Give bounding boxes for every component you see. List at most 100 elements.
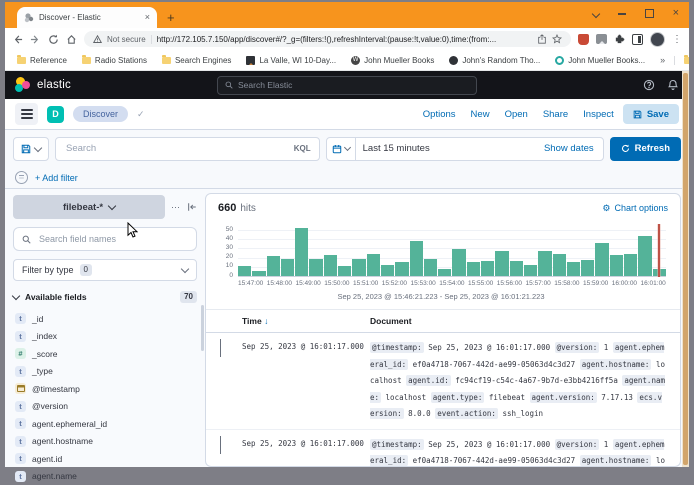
- doc-field-name[interactable]: agent.hostname:: [580, 455, 652, 466]
- histogram-bar[interactable]: [467, 262, 480, 276]
- field-item[interactable]: #_score: [13, 345, 197, 363]
- field-item[interactable]: tagent.id: [13, 450, 197, 468]
- field-item[interactable]: tagent.hostname: [13, 433, 197, 451]
- histogram-bar[interactable]: [638, 236, 651, 276]
- add-filter-button[interactable]: + Add filter: [35, 173, 78, 183]
- field-item[interactable]: tagent.name: [13, 468, 197, 485]
- histogram-bar[interactable]: [624, 254, 637, 276]
- bookmark-star-icon[interactable]: [552, 34, 562, 44]
- histogram-bar[interactable]: [395, 262, 408, 276]
- sidebar-scrollbar[interactable]: [201, 305, 204, 351]
- histogram-bar[interactable]: [510, 261, 523, 276]
- histogram-bar[interactable]: [481, 261, 494, 276]
- histogram-bar[interactable]: [309, 259, 322, 276]
- help-icon[interactable]: [643, 79, 655, 91]
- doc-field-name[interactable]: @timestamp:: [370, 439, 424, 450]
- share-icon[interactable]: [537, 34, 547, 44]
- home-icon[interactable]: [66, 34, 77, 45]
- histogram-bar[interactable]: [553, 254, 566, 276]
- bookmark-item[interactable]: Radio Stations: [82, 56, 147, 65]
- nav-link-options[interactable]: Options: [423, 109, 456, 120]
- nav-link-open[interactable]: Open: [505, 109, 528, 120]
- page-scrollbar-track[interactable]: [682, 71, 689, 467]
- bookmark-item[interactable]: La Valle, WI 10-Day...: [246, 56, 336, 65]
- doc-field-name[interactable]: @timestamp:: [370, 342, 424, 353]
- bookmarks-overflow-icon[interactable]: »: [660, 55, 665, 65]
- bookmark-item[interactable]: John's Random Tho...: [449, 56, 540, 65]
- elastic-logo[interactable]: [15, 77, 31, 93]
- bookmark-item[interactable]: Reference: [17, 56, 67, 65]
- field-item[interactable]: @timestamp: [13, 380, 197, 398]
- field-item[interactable]: t_id: [13, 310, 197, 328]
- minimize-button[interactable]: [618, 13, 626, 15]
- histogram-bar[interactable]: [495, 251, 508, 276]
- maximize-button[interactable]: [645, 9, 654, 18]
- histogram-bar[interactable]: [424, 259, 437, 276]
- doc-field-name[interactable]: agent.type:: [431, 392, 485, 403]
- collapse-sidebar-icon[interactable]: [187, 202, 197, 212]
- bookmark-item[interactable]: John Mueller Books...: [555, 56, 645, 65]
- filter-icon[interactable]: [15, 171, 28, 184]
- bookmark-item[interactable]: John Mueller Books: [351, 56, 434, 65]
- time-range-value[interactable]: Last 15 minutes: [363, 143, 430, 154]
- field-item[interactable]: t@version: [13, 398, 197, 416]
- close-window-button[interactable]: ×: [673, 8, 679, 19]
- field-item[interactable]: t_type: [13, 363, 197, 381]
- field-item[interactable]: tagent.ephemeral_id: [13, 415, 197, 433]
- histogram-bar[interactable]: [295, 228, 308, 276]
- side-panel-icon[interactable]: [632, 34, 643, 45]
- query-search-control[interactable]: KQL: [55, 137, 320, 161]
- doc-field-name[interactable]: event.action:: [435, 408, 498, 419]
- histogram-bar[interactable]: [438, 269, 451, 276]
- forward-icon[interactable]: [30, 34, 41, 45]
- tab-search-icon[interactable]: [591, 9, 599, 17]
- histogram-bar[interactable]: [567, 262, 580, 276]
- histogram-bar[interactable]: [524, 265, 537, 276]
- histogram-bar[interactable]: [538, 251, 551, 276]
- histogram-bar[interactable]: [267, 256, 280, 276]
- histogram-bar[interactable]: [281, 259, 294, 276]
- histogram-bar[interactable]: [610, 255, 623, 276]
- histogram-bar[interactable]: [338, 266, 351, 276]
- refresh-button[interactable]: Refresh: [610, 137, 681, 161]
- chrome-menu-icon[interactable]: ⋮: [672, 34, 682, 45]
- back-icon[interactable]: [12, 34, 23, 45]
- show-dates-button[interactable]: Show dates: [544, 143, 594, 154]
- field-search-input[interactable]: [37, 233, 188, 245]
- doc-field-name[interactable]: agent.version:: [530, 392, 597, 403]
- filter-by-type-button[interactable]: Filter by type 0: [13, 259, 197, 281]
- extensions-puzzle-icon[interactable]: [614, 34, 625, 45]
- expand-row-icon[interactable]: [220, 436, 221, 454]
- browser-tab[interactable]: Discover - Elastic ×: [17, 7, 157, 28]
- field-search-control[interactable]: [13, 227, 197, 251]
- new-tab-button[interactable]: +: [167, 11, 175, 24]
- all-bookmarks-button[interactable]: All Bookmarks: [684, 56, 689, 65]
- nav-link-inspect[interactable]: Inspect: [583, 109, 614, 120]
- histogram-bar[interactable]: [595, 243, 608, 276]
- histogram-bar[interactable]: [238, 266, 251, 276]
- page-scrollbar-thumb[interactable]: [683, 73, 688, 465]
- doc-field-name[interactable]: agent.hostname:: [580, 359, 652, 370]
- histogram-bar[interactable]: [324, 255, 337, 276]
- doc-field-name[interactable]: @version:: [555, 342, 600, 353]
- sort-descending-icon[interactable]: ↓: [264, 316, 268, 326]
- more-options-icon[interactable]: ⋯: [171, 202, 181, 213]
- save-button[interactable]: Save: [623, 104, 679, 124]
- expand-row-icon[interactable]: [220, 339, 221, 357]
- histogram-bar[interactable]: [581, 260, 594, 276]
- reload-icon[interactable]: [48, 34, 59, 45]
- doc-field-name[interactable]: agent.id:: [406, 375, 451, 386]
- nav-link-new[interactable]: New: [471, 109, 490, 120]
- kql-label[interactable]: KQL: [294, 144, 311, 153]
- doc-field-name[interactable]: @version:: [555, 439, 600, 450]
- chart-options-button[interactable]: ⚙ Chart options: [602, 203, 668, 214]
- query-input[interactable]: [64, 142, 288, 155]
- saved-query-menu-button[interactable]: [13, 137, 49, 161]
- profile-avatar[interactable]: [650, 32, 665, 47]
- tab-close-icon[interactable]: ×: [145, 13, 150, 22]
- histogram-bar[interactable]: [452, 249, 465, 276]
- alerts-bell-icon[interactable]: [667, 79, 679, 91]
- address-bar[interactable]: Not secure http://172.105.7.150/app/disc…: [84, 31, 571, 47]
- histogram-bar[interactable]: [252, 271, 265, 276]
- available-fields-header[interactable]: Available fields 70: [13, 291, 197, 303]
